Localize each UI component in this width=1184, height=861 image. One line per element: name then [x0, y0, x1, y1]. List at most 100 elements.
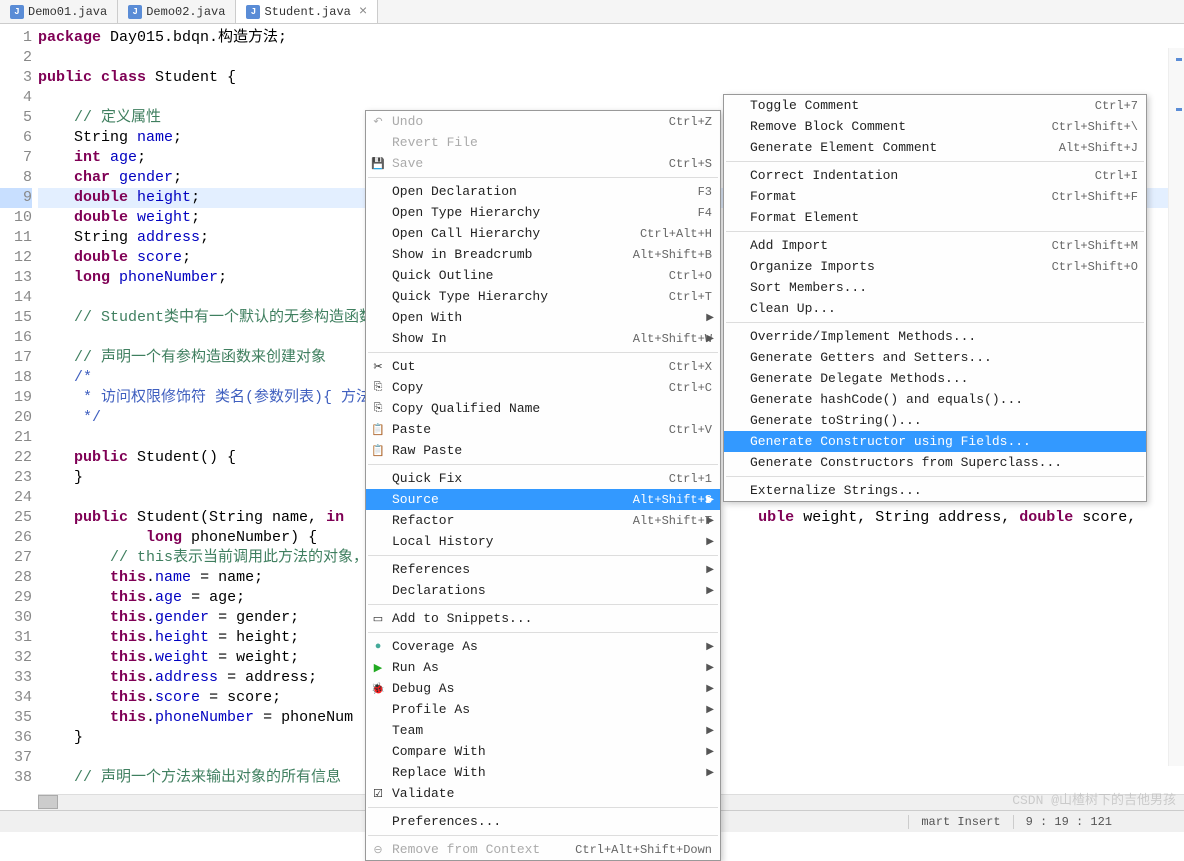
menu-item-clean-up[interactable]: Clean Up...	[724, 298, 1146, 319]
line-number: 3	[0, 68, 32, 88]
line-number: 22	[0, 448, 32, 468]
menu-item-quick-outline[interactable]: Quick OutlineCtrl+O	[366, 265, 720, 286]
menu-item-refactor[interactable]: RefactorAlt+Shift+T▶	[366, 510, 720, 531]
line-number: 15	[0, 308, 32, 328]
menu-item-quick-type-hierarchy[interactable]: Quick Type HierarchyCtrl+T	[366, 286, 720, 307]
menu-item-override-implement-methods[interactable]: Override/Implement Methods...	[724, 326, 1146, 347]
line-number: 14	[0, 288, 32, 308]
menu-item-toggle-comment[interactable]: Toggle CommentCtrl+7	[724, 95, 1146, 116]
menu-label: Cut	[392, 359, 669, 374]
menu-item-copy-qualified-name[interactable]: ⎘Copy Qualified Name	[366, 398, 720, 419]
menu-shortcut: F4	[698, 206, 712, 220]
menu-item-revert-file: Revert File	[366, 132, 720, 153]
menu-label: Quick Type Hierarchy	[392, 289, 669, 304]
menu-item-correct-indentation[interactable]: Correct IndentationCtrl+I	[724, 165, 1146, 186]
line-number: 8	[0, 168, 32, 188]
editor-tab[interactable]: JDemo01.java	[0, 0, 118, 23]
submenu-arrow-icon: ▶	[706, 312, 714, 324]
menu-icon: 🐞	[370, 681, 386, 697]
menu-label: Open Type Hierarchy	[392, 205, 698, 220]
editor-tab[interactable]: JStudent.java×	[236, 0, 378, 23]
menu-item-preferences[interactable]: Preferences...	[366, 811, 720, 832]
menu-item-references[interactable]: References▶	[366, 559, 720, 580]
code-line: public class Student {	[38, 68, 1184, 88]
context-menu: ↶UndoCtrl+ZRevert File💾SaveCtrl+SOpen De…	[365, 110, 721, 861]
menu-item-profile-as[interactable]: Profile As▶	[366, 699, 720, 720]
menu-label: Show In	[392, 331, 633, 346]
menu-icon: ☑	[370, 786, 386, 802]
menu-item-show-in[interactable]: Show InAlt+Shift+W▶	[366, 328, 720, 349]
line-number: 29	[0, 588, 32, 608]
menu-item-externalize-strings[interactable]: Externalize Strings...	[724, 480, 1146, 501]
menu-label: Generate Constructors from Superclass...	[750, 455, 1138, 470]
menu-label: Local History	[392, 534, 712, 549]
menu-label: Organize Imports	[750, 259, 1052, 274]
menu-item-organize-imports[interactable]: Organize ImportsCtrl+Shift+O	[724, 256, 1146, 277]
menu-item-cut[interactable]: ✂CutCtrl+X	[366, 356, 720, 377]
line-number: 30	[0, 608, 32, 628]
menu-separator	[368, 835, 718, 836]
menu-icon: 💾	[370, 156, 386, 172]
menu-shortcut: Ctrl+S	[669, 157, 712, 171]
menu-item-format[interactable]: FormatCtrl+Shift+F	[724, 186, 1146, 207]
menu-item-generate-constructor-using-fields[interactable]: Generate Constructor using Fields...	[724, 431, 1146, 452]
menu-icon: ⊖	[370, 842, 386, 858]
menu-item-validate[interactable]: ☑Validate	[366, 783, 720, 804]
menu-item-run-as[interactable]: ▶Run As▶	[366, 657, 720, 678]
menu-item-replace-with[interactable]: Replace With▶	[366, 762, 720, 783]
menu-item-local-history[interactable]: Local History▶	[366, 531, 720, 552]
menu-item-open-declaration[interactable]: Open DeclarationF3	[366, 181, 720, 202]
menu-icon: ▶	[370, 660, 386, 676]
menu-item-generate-element-comment[interactable]: Generate Element CommentAlt+Shift+J	[724, 137, 1146, 158]
menu-item-sort-members[interactable]: Sort Members...	[724, 277, 1146, 298]
line-number: 37	[0, 748, 32, 768]
line-number: 12	[0, 248, 32, 268]
menu-item-debug-as[interactable]: 🐞Debug As▶	[366, 678, 720, 699]
line-gutter: 1234567891011121314151617181920212223242…	[0, 24, 38, 804]
menu-item-open-with[interactable]: Open With▶	[366, 307, 720, 328]
menu-item-generate-delegate-methods[interactable]: Generate Delegate Methods...	[724, 368, 1146, 389]
line-number: 10	[0, 208, 32, 228]
line-number: 13	[0, 268, 32, 288]
line-number: 33	[0, 668, 32, 688]
menu-item-open-call-hierarchy[interactable]: Open Call HierarchyCtrl+Alt+H	[366, 223, 720, 244]
menu-item-raw-paste[interactable]: 📋Raw Paste	[366, 440, 720, 461]
menu-item-coverage-as[interactable]: ●Coverage As▶	[366, 636, 720, 657]
line-number: 6	[0, 128, 32, 148]
menu-separator	[368, 464, 718, 465]
status-cursor-pos: 9 : 19 : 121	[1013, 815, 1124, 829]
menu-item-copy[interactable]: ⎘CopyCtrl+C	[366, 377, 720, 398]
line-number: 4	[0, 88, 32, 108]
menu-separator	[368, 807, 718, 808]
menu-label: Show in Breadcrumb	[392, 247, 633, 262]
editor-tab[interactable]: JDemo02.java	[118, 0, 236, 23]
menu-item-compare-with[interactable]: Compare With▶	[366, 741, 720, 762]
menu-label: Replace With	[392, 765, 712, 780]
menu-item-quick-fix[interactable]: Quick FixCtrl+1	[366, 468, 720, 489]
menu-item-generate-getters-and-setters[interactable]: Generate Getters and Setters...	[724, 347, 1146, 368]
menu-item-generate-tostring[interactable]: Generate toString()...	[724, 410, 1146, 431]
submenu-arrow-icon: ▶	[706, 767, 714, 779]
line-number: 27	[0, 548, 32, 568]
menu-label: Remove from Context	[392, 842, 575, 857]
menu-item-paste[interactable]: 📋PasteCtrl+V	[366, 419, 720, 440]
scrollbar-thumb[interactable]	[38, 795, 58, 809]
menu-label: Quick Outline	[392, 268, 669, 283]
menu-item-team[interactable]: Team▶	[366, 720, 720, 741]
menu-item-generate-hashcode-and-equals[interactable]: Generate hashCode() and equals()...	[724, 389, 1146, 410]
close-icon[interactable]: ×	[359, 4, 367, 20]
menu-item-remove-block-comment[interactable]: Remove Block CommentCtrl+Shift+\	[724, 116, 1146, 137]
menu-item-add-import[interactable]: Add ImportCtrl+Shift+M	[724, 235, 1146, 256]
line-number: 9	[0, 188, 32, 208]
menu-item-show-in-breadcrumb[interactable]: Show in BreadcrumbAlt+Shift+B	[366, 244, 720, 265]
menu-item-add-to-snippets[interactable]: ▭Add to Snippets...	[366, 608, 720, 629]
menu-item-declarations[interactable]: Declarations▶	[366, 580, 720, 601]
minimap[interactable]	[1168, 48, 1184, 766]
menu-label: Undo	[392, 114, 669, 129]
menu-shortcut: Ctrl+1	[669, 472, 712, 486]
menu-item-source[interactable]: SourceAlt+Shift+S▶	[366, 489, 720, 510]
menu-item-generate-constructors-from-superclass[interactable]: Generate Constructors from Superclass...	[724, 452, 1146, 473]
menu-item-open-type-hierarchy[interactable]: Open Type HierarchyF4	[366, 202, 720, 223]
menu-shortcut: Ctrl+C	[669, 381, 712, 395]
menu-item-format-element[interactable]: Format Element	[724, 207, 1146, 228]
